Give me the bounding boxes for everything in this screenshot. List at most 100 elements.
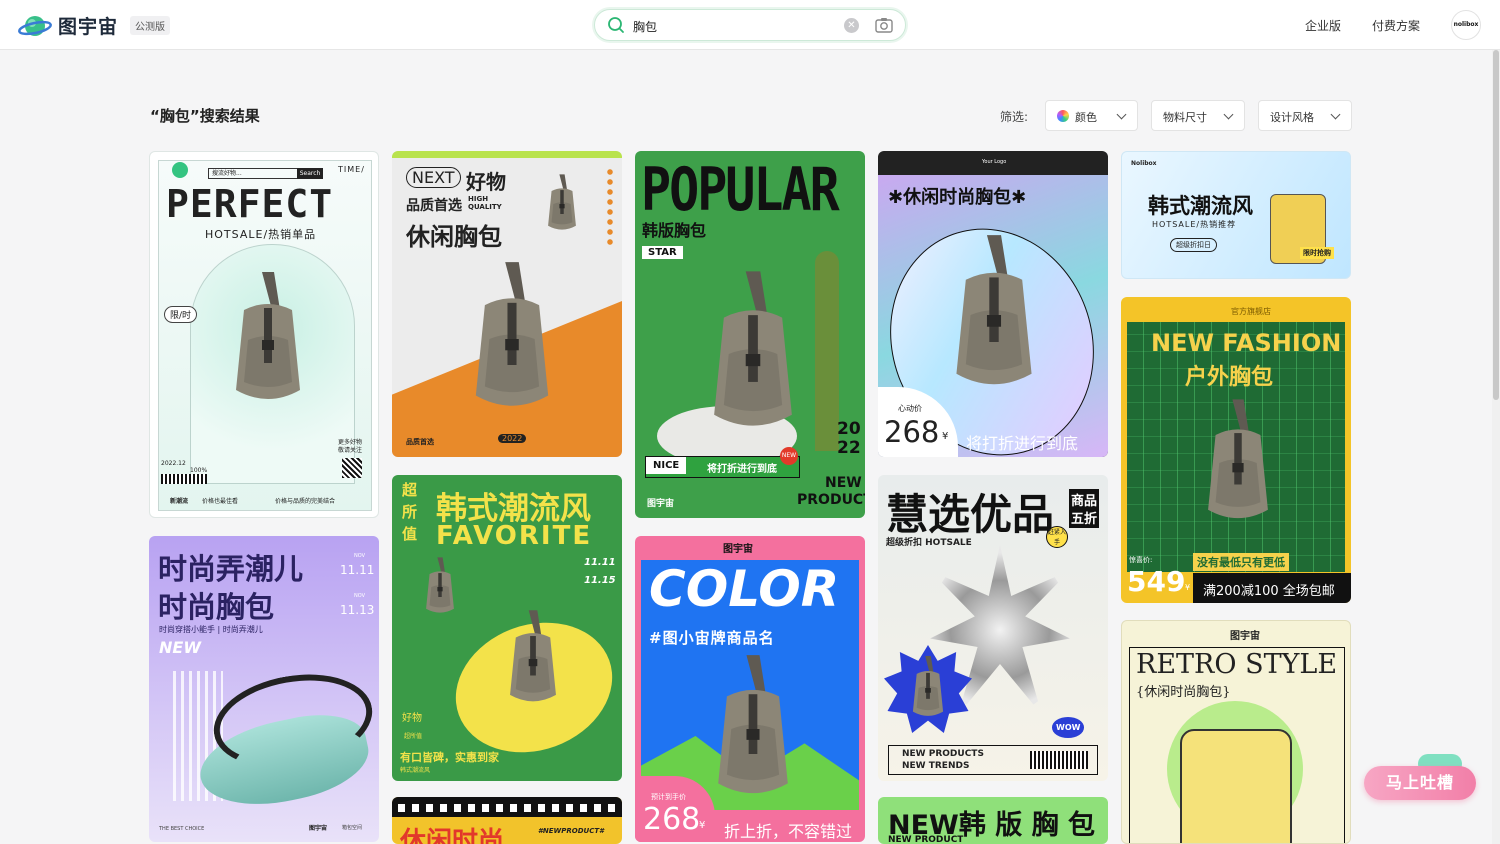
year-badge: 2022 — [498, 434, 527, 443]
card-subtitle: FAVORITE — [436, 521, 593, 551]
card-headline: 慧选优品 — [886, 490, 1055, 539]
enterprise-link[interactable]: 企业版 — [1305, 17, 1341, 34]
limited-tag: 限/时 — [164, 306, 198, 323]
date-label: 11.11 — [584, 557, 616, 568]
currency: ¥ — [699, 820, 706, 831]
card-subtitle: HOTSALE/热销单品 — [205, 228, 317, 241]
promo-text: 折上折，不容错过 — [724, 822, 853, 841]
qr-code-icon — [342, 458, 362, 478]
template-card[interactable]: Nolibox 韩式潮流风 HOTSALE/热销推荐 超级折扣日 限时抢购 — [1121, 151, 1351, 279]
template-card[interactable]: NEW韩 版 胸 包 NEW PRODUCT — [878, 797, 1108, 844]
card-title: 休闲胸包 — [406, 223, 502, 251]
template-card[interactable]: 超所值 韩式潮流风 FAVORITE 11.11 11.15 好物 超所值 有口… — [392, 475, 622, 781]
year-top: 20 — [837, 419, 861, 439]
footer-label: THE BEST CHOICE — [159, 826, 205, 832]
price-value: 549 — [1127, 565, 1186, 598]
new-badge: NEW — [780, 447, 798, 465]
price-prefix: 心动价 — [898, 404, 922, 413]
chevron-down-icon — [1223, 109, 1234, 120]
tagline: 时尚穿搭小能手 | 时尚弄潮儿 — [159, 625, 263, 634]
card-subtitle: 时尚胸包 — [158, 590, 275, 624]
card-subtitle: HOTSALE/热销推荐 — [1152, 220, 1237, 229]
product-bag-image — [1208, 399, 1268, 519]
filter-color[interactable]: 颜色 — [1045, 100, 1138, 131]
year-bottom: 22 — [837, 438, 861, 458]
card-subtitle: 超级折扣 HOTSALE — [886, 538, 972, 548]
camera-icon[interactable] — [875, 17, 893, 37]
month-label: NOV — [354, 593, 366, 599]
scrollbar-thumb[interactable] — [1493, 50, 1499, 400]
brand-label: Nolibox — [1131, 160, 1157, 167]
chevron-down-icon — [1116, 109, 1127, 120]
template-card[interactable]: Your Logo ✱休闲时尚胸包✱ 心动价 268 ¥ 将打折进行到底 — [878, 151, 1108, 457]
date-label: 2022.12 — [161, 460, 186, 467]
brand-label: 图宇宙 — [647, 499, 675, 509]
color-wheel-icon — [1057, 110, 1069, 122]
beta-badge: 公测版 — [130, 16, 171, 35]
date-label: 11.13 — [340, 603, 375, 617]
clear-icon[interactable]: ✕ — [844, 18, 859, 33]
footer-label: NEW TRENDS — [902, 761, 970, 771]
template-card[interactable]: 时尚弄潮儿 时尚胸包 时尚穿搭小能手 | 时尚弄潮儿 NEW NOV 11.11… — [149, 536, 379, 842]
product-bag-image — [956, 235, 1032, 385]
product-label: PRODUCT — [797, 492, 865, 508]
template-card[interactable]: NEXT 好物 品质首选 HIGH QUALITY 休闲胸包 品质首选 2022 — [392, 151, 622, 457]
product-bag-image — [475, 262, 549, 406]
card-headline: 韩式潮流风 — [1148, 194, 1253, 218]
star-tag: STAR — [642, 246, 683, 259]
search-input[interactable] — [633, 16, 823, 36]
logo[interactable]: 图宇宙 公测版 — [18, 12, 171, 39]
currency: ¥ — [942, 431, 949, 442]
logo-name: 图宇宙 — [58, 16, 119, 38]
side-note: 更多好物 敬请关注 — [338, 439, 363, 454]
chevron-down-icon — [1330, 109, 1341, 120]
template-card[interactable]: 休闲时尚 #NEWPRODUCT# — [392, 797, 622, 844]
feedback-button[interactable]: 马上吐槽 — [1364, 766, 1476, 800]
tag-label: 超所值 — [404, 733, 423, 740]
product-bag-image — [236, 272, 300, 399]
scrollbar[interactable] — [1492, 50, 1500, 844]
card-headline: POPULAR — [641, 155, 840, 225]
card-headline: COLOR — [649, 560, 840, 618]
fake-search-button: Search — [297, 168, 323, 179]
template-card[interactable]: POPULAR 韩版胸包 STAR NICE 将打折进行到底 NEW 20 22… — [635, 151, 865, 518]
card-headline: 时尚弄潮儿 — [158, 552, 304, 586]
top-stripe — [392, 151, 622, 158]
planet-logo-icon — [18, 13, 52, 39]
footer-label: 新潮流 — [170, 498, 189, 505]
product-bag-image — [548, 174, 576, 230]
card-headline: 休闲时尚 — [400, 827, 505, 844]
filter-size[interactable]: 物料尺寸 — [1151, 100, 1245, 131]
store-label: 官方旗舰店 — [1231, 307, 1271, 316]
cactus-decoration — [815, 251, 839, 451]
template-card[interactable]: 图宇宙 COLOR #图小宙牌商品名 预计到手价 268 ¥ 折上折，不容错过 — [635, 536, 865, 842]
filter-style[interactable]: 设计风格 — [1258, 100, 1352, 131]
card-headline: RETRO STYLE — [1136, 649, 1338, 680]
promo-text: 满200减100 全场包邮 — [1203, 584, 1335, 599]
template-card[interactable]: 搜流好物... Search TIME/ PERFECT HOTSALE/热销单… — [149, 151, 379, 518]
footer-text: 价格也最佳看 — [202, 498, 239, 505]
chip-label: 没有最低只有更低 — [1193, 553, 1289, 571]
template-card[interactable]: 官方旗舰店 NEW FASHION 户外胸包 惊喜价: 没有最低只有更低 549… — [1121, 297, 1351, 603]
pricing-link[interactable]: 付费方案 — [1372, 17, 1420, 34]
month-label: NOV — [354, 553, 366, 559]
template-card[interactable]: 慧选优品 商品 五折 超级折扣 HOTSALE 赶紧入手 WOW NEW PRO… — [878, 475, 1108, 781]
template-card[interactable]: 图宇宙 RETRO STYLE {休闲时尚胸包} — [1121, 620, 1351, 844]
currency: ¥ — [1185, 583, 1191, 592]
new-label: NEW — [159, 638, 201, 657]
brand-logo-icon — [172, 162, 188, 178]
time-label: TIME/ — [338, 165, 365, 174]
top-header: 图宇宙 公测版 ✕ 企业版 付费方案 nolibox — [0, 0, 1500, 50]
promo-text: 将打折进行到底 — [966, 434, 1079, 453]
card-subtitle: 户外胸包 — [1185, 365, 1274, 390]
footer-text: 箱包空间 — [342, 825, 363, 831]
product-bag-image — [714, 271, 792, 426]
wow-badge: WOW — [1052, 717, 1085, 738]
product-bag-image — [912, 655, 944, 716]
product-bag-image — [718, 655, 788, 794]
avatar[interactable]: nolibox — [1451, 10, 1481, 40]
page-title: “胸包”搜索结果 — [150, 107, 260, 125]
card-subtitle: NEW PRODUCT — [888, 835, 964, 844]
card-subtitle: #NEWPRODUCT# — [538, 827, 604, 835]
card-headline: ✱休闲时尚胸包✱ — [888, 187, 1027, 208]
